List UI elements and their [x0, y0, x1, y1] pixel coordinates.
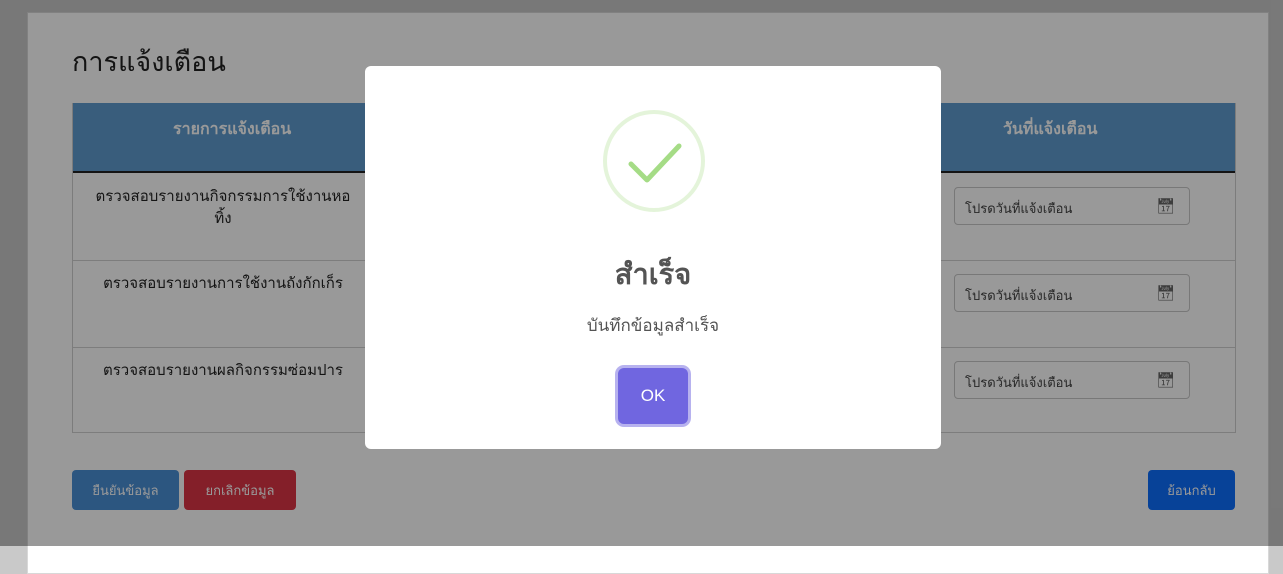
success-check-icon: [603, 110, 705, 212]
success-dialog: สำเร็จ บันทึกข้อมูลสำเร็จ OK: [365, 66, 941, 449]
dialog-title: สำเร็จ: [614, 257, 692, 291]
ok-button[interactable]: OK: [618, 368, 688, 424]
dialog-message: บันทึกข้อมูลสำเร็จ: [586, 316, 720, 336]
